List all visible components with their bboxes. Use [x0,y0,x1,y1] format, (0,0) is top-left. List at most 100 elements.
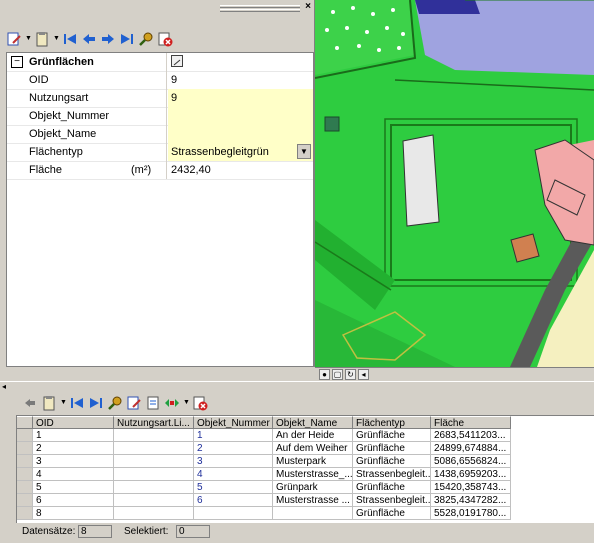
row-selector[interactable] [17,442,33,455]
table-cell[interactable]: 24899,674884... [431,442,511,455]
edit-form-icon[interactable] [6,31,22,47]
chevron-down-icon[interactable]: ▼ [53,31,60,47]
clipboard-icon[interactable] [34,31,50,47]
table-cell[interactable] [114,468,194,481]
table-cell[interactable]: 1438,6959203... [431,468,511,481]
column-header[interactable]: Flächentyp [353,416,431,429]
first-record-icon[interactable] [62,31,78,47]
panel-titlebar[interactable]: × [0,0,314,14]
table-cell[interactable] [114,481,194,494]
table-row[interactable]: 3 3 Musterpark Grünfläche 5086,6556824... [17,455,594,468]
row-selector[interactable] [17,455,33,468]
table-row[interactable]: 1 1 An der Heide Grünfläche 2683,5411203... [17,429,594,442]
table-cell[interactable]: 5 [194,481,273,494]
column-header[interactable]: Objekt_Name [273,416,353,429]
attribute-row-flaechentyp[interactable]: Flächentyp Strassenbegleitgrün ▼ [7,143,313,162]
table-cell[interactable]: 6 [194,494,273,507]
zoom-to-icon[interactable] [107,395,123,411]
table-cell[interactable]: Grünpark [273,481,353,494]
refresh-icon[interactable]: ↻ [345,369,356,380]
flaechentyp-select[interactable]: Strassenbegleitgrün ▼ [168,143,313,161]
export-icon[interactable] [145,395,161,411]
table-row[interactable]: 6 6 Musterstrasse ... Strassenbegleit... 382… [17,494,594,507]
chevron-down-icon[interactable]: ▼ [25,31,32,47]
table-cell[interactable]: Musterpark [273,455,353,468]
table-cell[interactable]: Grünfläche [353,455,431,468]
objekt-nummer-field[interactable] [168,107,313,125]
chevron-down-icon[interactable]: ▼ [60,395,67,411]
table-cell[interactable]: Grünfläche [353,507,431,520]
column-header[interactable]: OID [33,416,114,429]
row-selector[interactable] [17,481,33,494]
table-cell[interactable]: 6 [33,494,114,507]
table-row[interactable]: 5 5 Grünpark Grünfläche 15420,358743... [17,481,594,494]
column-header[interactable]: Nutzungsart.Li... [114,416,194,429]
close-icon[interactable]: × [303,1,313,12]
dock-grip-icon[interactable]: ◂ [2,383,8,391]
table-cell[interactable]: 2 [194,442,273,455]
table-cell[interactable]: Grünfläche [353,442,431,455]
table-cell[interactable]: Grünfläche [353,481,431,494]
table-cell[interactable]: 3 [33,455,114,468]
table-cell[interactable] [273,507,353,520]
table-cell[interactable]: 15420,358743... [431,481,511,494]
table-row[interactable]: 2 2 Auf dem Weiher Grünfläche 24899,674884..… [17,442,594,455]
last-record-icon[interactable] [88,395,104,411]
previous-record-icon[interactable] [81,31,97,47]
edit-form-icon[interactable] [126,395,142,411]
table-cell[interactable]: 4 [33,468,114,481]
table-cell[interactable]: 3825,4347282... [431,494,511,507]
panel-grip[interactable] [220,5,300,8]
clipboard-icon[interactable] [41,395,57,411]
select-all-icon[interactable] [164,395,180,411]
table-cell[interactable] [114,494,194,507]
table-cell[interactable] [114,442,194,455]
table-cell[interactable]: Strassenbegleit... [353,494,431,507]
table-icon[interactable] [22,395,38,411]
panel-grip-lower[interactable] [220,9,300,12]
panel-splitter[interactable] [0,381,594,388]
objekt-name-field[interactable] [168,125,313,143]
row-selector[interactable] [17,494,33,507]
table-cell[interactable]: 8 [33,507,114,520]
table-cell[interactable]: 5528,0191780... [431,507,511,520]
table-cell[interactable]: 1 [33,429,114,442]
table-cell[interactable]: 5 [33,481,114,494]
attribute-row-nutzungsart[interactable]: Nutzungsart 9 [7,89,313,108]
row-selector[interactable] [17,468,33,481]
table-cell[interactable] [194,507,273,520]
chevron-down-icon[interactable]: ▼ [183,395,190,411]
collapse-icon[interactable]: − [11,56,23,68]
table-cell[interactable] [114,507,194,520]
table-row[interactable]: 4 4 Musterstrasse_... Strassenbegleit... 143… [17,468,594,481]
zoom-to-icon[interactable] [138,31,154,47]
table-cell[interactable]: An der Heide [273,429,353,442]
map-canvas[interactable] [315,0,594,367]
row-selector[interactable] [17,429,33,442]
table-cell[interactable]: 4 [194,468,273,481]
table-cell[interactable] [114,455,194,468]
form-icon[interactable] [171,55,183,67]
row-selector-header[interactable] [17,416,33,429]
page-icon[interactable]: ▢ [332,369,343,380]
table-cell[interactable]: 3 [194,455,273,468]
table-cell[interactable]: 2683,5411203... [431,429,511,442]
table-cell[interactable]: 2 [33,442,114,455]
chevron-down-icon[interactable]: ▼ [297,144,311,159]
table-cell[interactable]: Strassenbegleit... [353,468,431,481]
table-cell[interactable]: Musterstrasse ... [273,494,353,507]
table-cell[interactable]: Grünfläche [353,429,431,442]
table-row[interactable]: 8 Grünfläche 5528,0191780... [17,507,594,520]
table-cell[interactable]: 1 [194,429,273,442]
next-record-icon[interactable] [100,31,116,47]
last-record-icon[interactable] [119,31,135,47]
attribute-row-objekt-name[interactable]: Objekt_Name [7,125,313,144]
scroll-left-icon[interactable]: ◂ [358,369,369,380]
row-selector[interactable] [17,507,33,520]
delete-record-icon[interactable] [157,31,173,47]
globe-icon[interactable]: ● [319,369,330,380]
attribute-group-row[interactable]: − Grünflächen [7,53,313,72]
table-cell[interactable]: 5086,6556824... [431,455,511,468]
first-record-icon[interactable] [69,395,85,411]
column-header[interactable]: Objekt_Nummer [194,416,273,429]
